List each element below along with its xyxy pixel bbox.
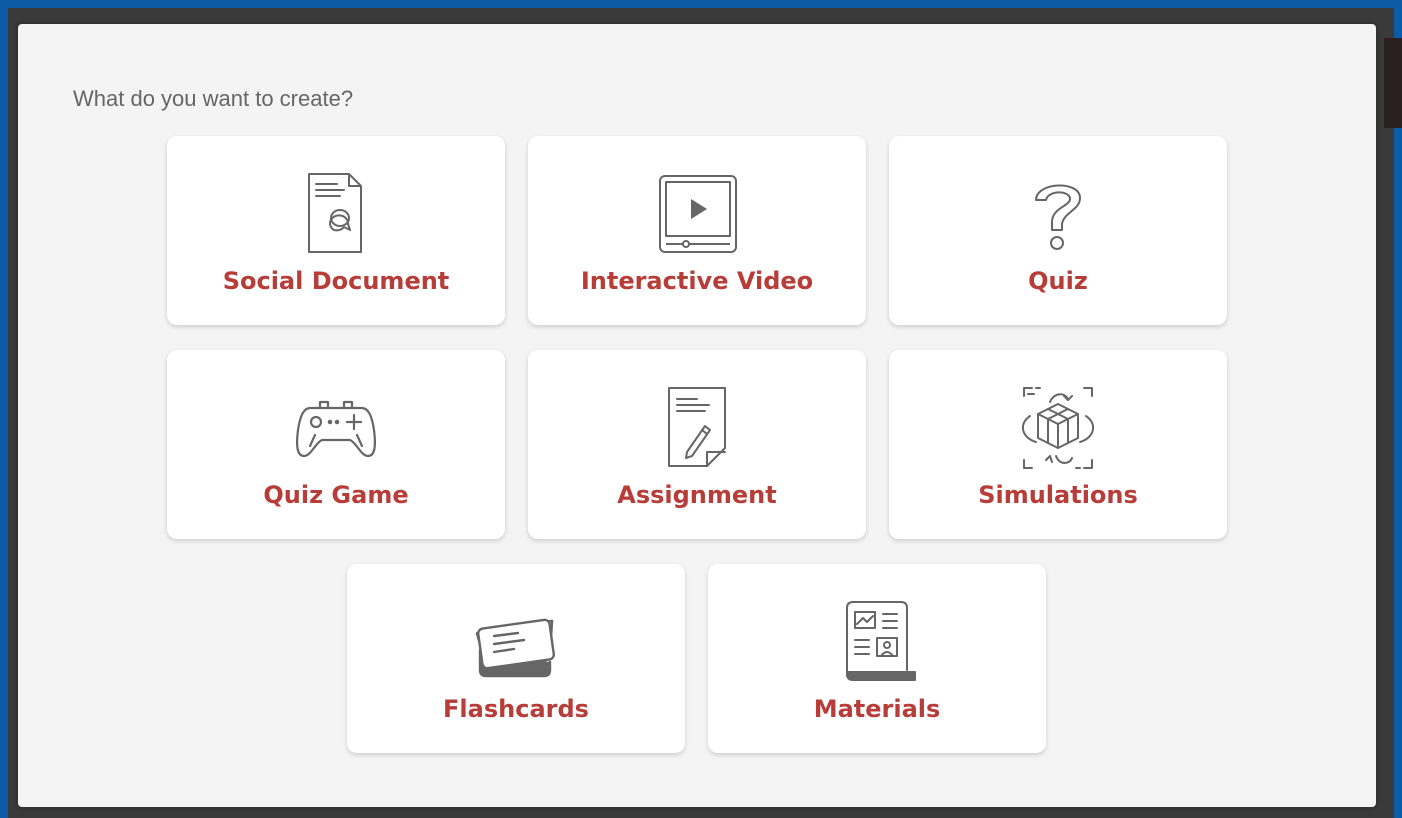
assignment-pencil-icon bbox=[655, 386, 739, 470]
create-social-document-card[interactable]: Social Document bbox=[167, 136, 505, 325]
create-flashcards-card[interactable]: Flashcards bbox=[347, 564, 685, 753]
create-simulations-card[interactable]: Simulations bbox=[889, 350, 1227, 539]
create-quiz-card[interactable]: Quiz bbox=[889, 136, 1227, 325]
flashcards-icon bbox=[474, 600, 558, 684]
question-mark-icon bbox=[1016, 172, 1100, 256]
interactive-video-label: Interactive Video bbox=[580, 267, 814, 295]
create-quiz-game-card[interactable]: Quiz Game bbox=[167, 350, 505, 539]
quiz-label: Quiz bbox=[1028, 267, 1088, 295]
create-dialog: What do you want to create? Social Docum… bbox=[18, 24, 1376, 807]
create-materials-card[interactable]: Materials bbox=[708, 564, 1046, 753]
social-document-icon bbox=[294, 172, 378, 256]
create-interactive-video-card[interactable]: Interactive Video bbox=[528, 136, 866, 325]
flashcards-label: Flashcards bbox=[443, 695, 589, 723]
materials-book-icon bbox=[835, 600, 919, 684]
materials-label: Materials bbox=[813, 695, 941, 723]
simulations-label: Simulations bbox=[978, 481, 1138, 509]
3d-cube-rotate-icon bbox=[1016, 386, 1100, 470]
quiz-game-label: Quiz Game bbox=[263, 481, 409, 509]
gamepad-icon bbox=[294, 386, 378, 470]
backdrop-edge bbox=[1384, 38, 1402, 128]
social-document-label: Social Document bbox=[222, 267, 450, 295]
video-player-icon bbox=[655, 172, 739, 256]
dialog-title: What do you want to create? bbox=[73, 86, 354, 111]
create-assignment-card[interactable]: Assignment bbox=[528, 350, 866, 539]
assignment-label: Assignment bbox=[617, 481, 777, 509]
